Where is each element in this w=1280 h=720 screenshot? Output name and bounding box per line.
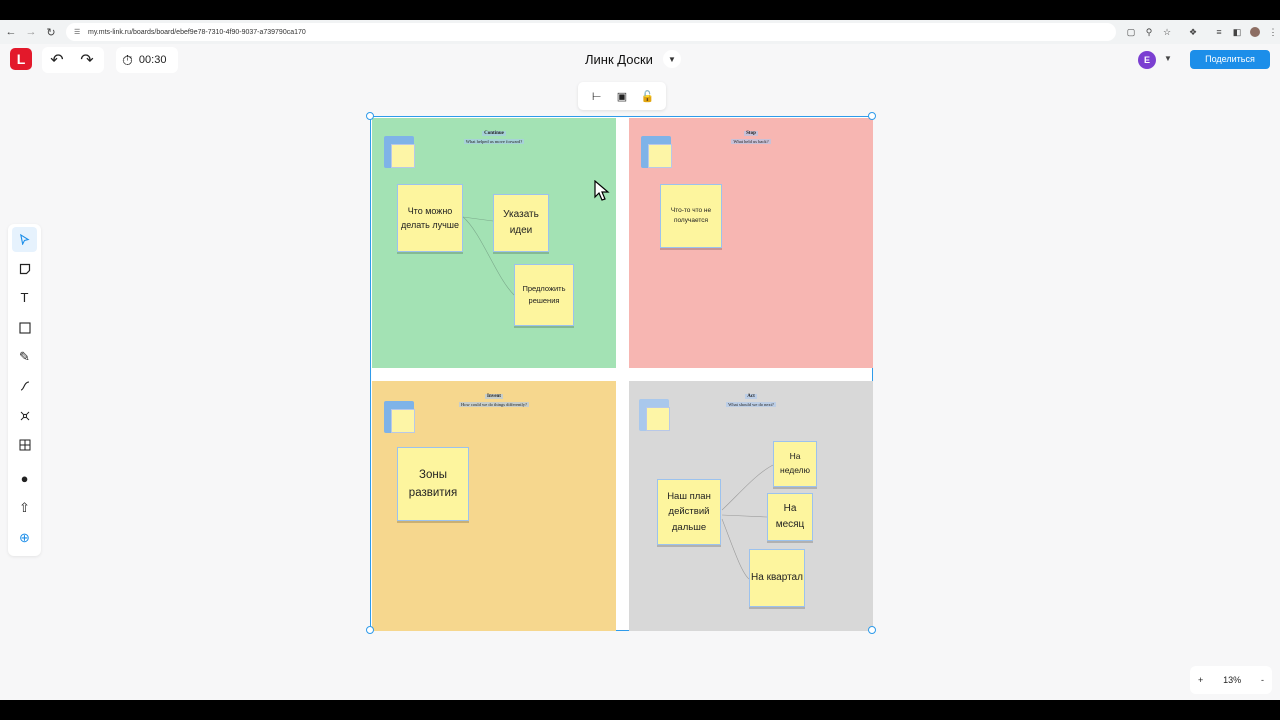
add-apps-icon[interactable]: ⊕ (12, 525, 37, 550)
sticky-note-tool-icon[interactable] (12, 256, 37, 281)
user-avatar[interactable]: E (1138, 51, 1156, 69)
board-title[interactable]: Линк Доски (585, 52, 653, 67)
select-tool-icon[interactable] (12, 227, 37, 252)
undo-icon[interactable]: ↶ (42, 47, 72, 73)
resize-handle-top-left[interactable] (366, 112, 374, 120)
app-logo[interactable]: L (10, 48, 32, 70)
board-frame[interactable]: Continue What helped us move forward? Чт… (366, 112, 876, 634)
quadrant-subtitle: How could we do things differently? (458, 402, 530, 407)
quadrant-act[interactable]: Act What should we do next? Наш план дей… (629, 381, 873, 631)
stopwatch-icon: ⏱ (122, 51, 133, 68)
shape-tool-icon[interactable] (12, 315, 37, 340)
frame-icon[interactable]: ▣ (614, 88, 630, 104)
chevron-down-icon[interactable]: ▼ (662, 50, 681, 68)
quadrant-subtitle: What should we do next? (726, 402, 776, 407)
connector-tool-icon[interactable] (12, 373, 37, 398)
lock-icon[interactable]: 🔓 (639, 88, 655, 104)
zoom-out-button[interactable]: - (1261, 675, 1264, 685)
reload-icon[interactable]: ↻ (42, 23, 60, 41)
mouse-cursor-icon (594, 180, 610, 201)
upload-icon[interactable]: ⇧ (12, 495, 37, 520)
back-arrow-icon[interactable]: ← (2, 23, 20, 41)
sidepanel-icon[interactable]: ◧ (1232, 27, 1242, 37)
timer-value: 00:30 (138, 54, 167, 66)
share-button[interactable]: Поделиться (1190, 50, 1270, 69)
site-info-icon[interactable]: ☰ (74, 28, 82, 36)
sticky-note[interactable]: На месяц (767, 493, 813, 541)
address-bar[interactable]: ☰ my.mts-link.ru/boards/board/ebef9e78-7… (66, 23, 1116, 41)
bottom-bar (0, 700, 1280, 720)
sticky-note[interactable]: Указать идеи (493, 194, 549, 252)
history-controls: ↶ ↷ (42, 47, 104, 73)
forward-arrow-icon[interactable]: → (22, 23, 40, 41)
profile-avatar[interactable] (1250, 27, 1260, 37)
install-app-icon[interactable]: ▢ (1126, 27, 1136, 37)
text-tool-icon[interactable]: T (12, 285, 37, 310)
quadrant-subtitle: What helped us move forward? (463, 139, 525, 144)
media-icon[interactable]: ≡ (1214, 27, 1224, 37)
url-text: my.mts-link.ru/boards/board/ebef9e78-731… (88, 28, 306, 36)
resize-handle-bottom-right[interactable] (868, 626, 876, 634)
sticky-note[interactable]: Что можно делать лучше (397, 184, 463, 252)
sticky-stack[interactable] (384, 136, 416, 170)
redo-icon[interactable]: ↷ (72, 47, 102, 73)
screen: ← → ↻ ☰ my.mts-link.ru/boards/board/ebef… (0, 0, 1280, 720)
quadrant-continue[interactable]: Continue What helped us move forward? Чт… (372, 118, 616, 368)
top-toolbar: L ↶ ↷ ⏱ 00:30 Линк Доски ▼ E ▼ Поделитьс… (0, 44, 1280, 76)
bookmark-star-icon[interactable]: ☆ (1162, 27, 1172, 37)
zoom-control: + 13% - (1190, 666, 1272, 694)
board-app: L ↶ ↷ ⏱ 00:30 Линк Доски ▼ E ▼ Поделитьс… (0, 44, 1280, 700)
sticky-note[interactable]: Предложить решения (514, 264, 574, 326)
align-icon[interactable]: ⊢ (589, 88, 605, 104)
zoom-lens-icon[interactable]: ⚲ (1144, 27, 1154, 37)
sticky-note[interactable]: На квартал (749, 549, 805, 607)
palette-icon[interactable]: ● (12, 466, 37, 491)
sticky-note[interactable]: Зоны развития (397, 447, 469, 521)
left-toolbar: T ✎ ● ⇧ ⊕ (8, 224, 41, 556)
users-chevron-down-icon[interactable]: ▼ (1164, 54, 1172, 63)
extensions-icon[interactable]: ❖ (1188, 27, 1198, 37)
quadrant-invent[interactable]: Invent How could we do things differentl… (372, 381, 616, 631)
zoom-level[interactable]: 13% (1223, 675, 1241, 685)
sticky-stack[interactable] (639, 399, 673, 433)
table-tool-icon[interactable] (12, 432, 37, 457)
mindmap-tool-icon[interactable] (12, 403, 37, 428)
board-title-area: Линк Доски ▼ (585, 50, 681, 68)
browser-menu-icon[interactable]: ⋮ (1268, 27, 1278, 37)
resize-handle-bottom-left[interactable] (366, 626, 374, 634)
browser-bar: ← → ↻ ☰ my.mts-link.ru/boards/board/ebef… (0, 20, 1280, 44)
quadrant-subtitle: What held us back? (731, 139, 771, 144)
sticky-note[interactable]: Наш план действий дальше (657, 479, 721, 545)
sticky-stack[interactable] (384, 401, 416, 435)
zoom-in-button[interactable]: + (1198, 675, 1203, 685)
sticky-stack[interactable] (641, 136, 673, 170)
selection-toolbar: ⊢ ▣ 🔓 (578, 82, 666, 110)
sticky-note[interactable]: На неделю (773, 441, 817, 487)
pen-tool-icon[interactable]: ✎ (12, 344, 37, 369)
quadrant-stop[interactable]: Stop What held us back? Что-то что не по… (629, 118, 873, 368)
timer[interactable]: ⏱ 00:30 (116, 47, 178, 73)
sticky-note[interactable]: Что-то что не получается (660, 184, 722, 248)
resize-handle-top-right[interactable] (868, 112, 876, 120)
